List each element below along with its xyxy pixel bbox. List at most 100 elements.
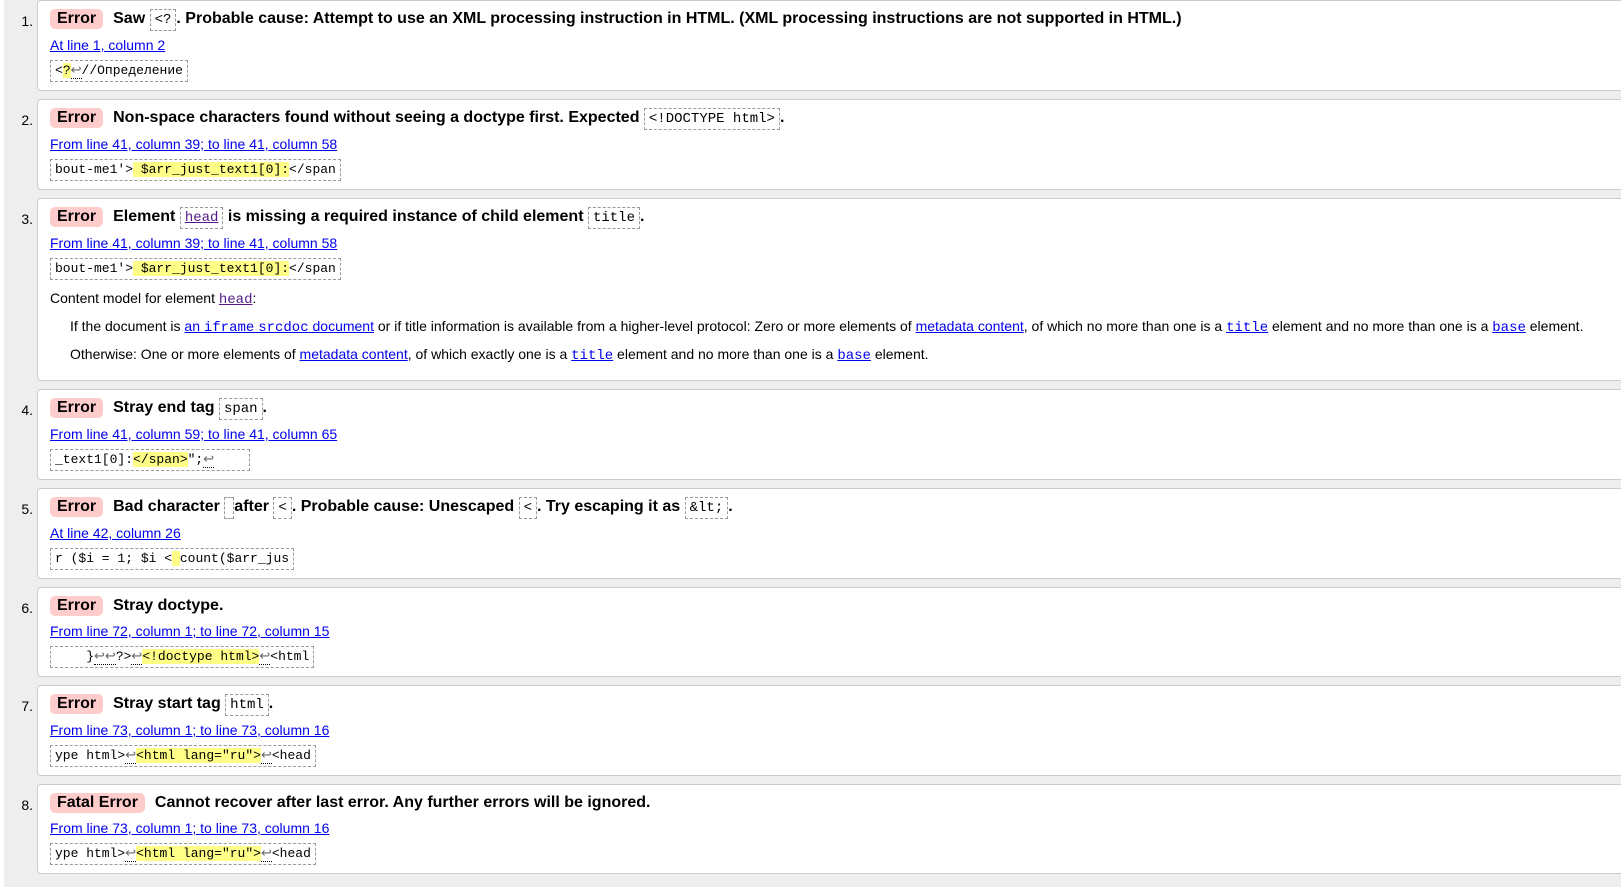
content-model-paragraph: If the document is an iframe srcdoc docu… xyxy=(70,316,1619,338)
content-model-text: , of which no more than one is a xyxy=(1023,318,1227,334)
highlighted-source: ? xyxy=(62,63,71,78)
line-break-icon: ↩ xyxy=(125,846,137,862)
message-item: 8. Fatal Error Cannot recover after last e… xyxy=(4,784,1621,882)
content-model-text: or if title information is available fro… xyxy=(373,318,916,334)
source-text: bout-me1'> xyxy=(55,162,134,177)
highlighted-source xyxy=(172,551,180,566)
location-link[interactable]: From line 41, column 39; to line 41, col… xyxy=(50,135,337,153)
message-number: 3. xyxy=(4,198,37,389)
source-text: "; xyxy=(187,452,204,467)
source-extract: ype html>↩<html lang="ru">↩<head xyxy=(50,843,316,865)
message-text: Error Bad character after <. Probable cau… xyxy=(50,495,1619,520)
message-text-segment: is missing a required instance of child … xyxy=(223,208,588,225)
content-model-text: , of which exactly one is a xyxy=(407,346,572,362)
highlighted-source: <html lang="ru"> xyxy=(136,846,261,861)
message-text-segment: . xyxy=(779,109,785,126)
spec-link[interactable]: title xyxy=(571,348,613,364)
message-text-segment: . xyxy=(268,695,274,712)
location-link[interactable]: From line 73, column 1; to line 73, colu… xyxy=(50,819,329,837)
source-extract: ype html>↩<html lang="ru">↩<head xyxy=(50,745,316,767)
message-box: Error Stray start tag html. From line 73, … xyxy=(37,685,1621,776)
message-text-segment: . xyxy=(728,498,733,515)
message-item: 1. Error Saw <?. Probable cause: Attempt t… xyxy=(4,0,1621,99)
location-link[interactable]: From line 72, column 1; to line 72, colu… xyxy=(50,622,329,640)
message-number: 1. xyxy=(4,0,37,99)
location-link[interactable]: From line 41, column 39; to line 41, col… xyxy=(50,234,337,252)
location-link[interactable]: From line 73, column 1; to line 73, colu… xyxy=(50,721,329,739)
message-item: 4. Error Stray end tag span. From line 41, … xyxy=(4,389,1621,488)
line-break-icon: ↩ xyxy=(259,649,271,665)
message-text-segment: . Probable cause: Unescaped xyxy=(291,498,519,515)
message-text-segment: Non-space characters found without seein… xyxy=(113,109,644,126)
source-text: r ($i = 1; $i < xyxy=(55,551,173,566)
message-box: Error Bad character after <. Probable cau… xyxy=(37,488,1621,579)
source-text: ype html> xyxy=(55,846,126,861)
source-text: _text1[0]: xyxy=(55,452,134,467)
content-model-text: element and no more than one is a xyxy=(613,346,838,362)
source-text: <head xyxy=(271,748,311,763)
spec-link[interactable]: iframe xyxy=(204,320,254,336)
spec-link[interactable]: an xyxy=(184,318,203,334)
source-text: <head xyxy=(271,846,311,861)
location-link[interactable]: From line 41, column 59; to line 41, col… xyxy=(50,425,337,443)
code-fragment: title xyxy=(587,207,640,229)
spec-link[interactable]: title xyxy=(1226,320,1268,336)
code-fragment: < xyxy=(273,497,292,519)
code-fragment: html xyxy=(225,694,269,716)
message-text: Error Stray end tag span. xyxy=(50,396,1619,421)
spec-link[interactable]: metadata content xyxy=(300,346,408,362)
spec-link[interactable]: document xyxy=(309,318,374,334)
message-list: 1. Error Saw <?. Probable cause: Attempt t… xyxy=(4,0,1621,887)
message-box: Error Stray doctype. From line 72, column … xyxy=(37,587,1621,677)
colon: : xyxy=(252,290,257,306)
code-fragment: &lt; xyxy=(684,497,729,519)
highlighted-source: $arr_just_text1[0]: xyxy=(133,162,290,177)
source-text: } xyxy=(55,649,95,664)
message-text-segment: Stray doctype. xyxy=(113,597,224,614)
message-text: Error Non-space characters found without … xyxy=(50,106,1619,131)
element-link[interactable]: head xyxy=(179,207,224,229)
source-extract: }↩↩?>↩<!doctype html>↩<html xyxy=(50,646,315,668)
line-break-icon: ↩ xyxy=(260,846,272,862)
message-text-segment: . xyxy=(262,399,267,416)
line-break-icon: ↩ xyxy=(203,452,215,468)
line-break-icon: ↩↩ xyxy=(94,649,116,665)
spec-link[interactable]: base xyxy=(1492,320,1526,336)
source-extract: bout-me1'> $arr_just_text1[0]:</span xyxy=(50,258,341,280)
message-text-segment: Stray end tag xyxy=(113,399,219,416)
location-link[interactable]: At line 42, column 26 xyxy=(50,524,181,542)
element-link[interactable]: head xyxy=(219,292,253,308)
message-box: Fatal Error Cannot recover after last err… xyxy=(37,784,1621,874)
code-fragment: <? xyxy=(149,9,177,31)
message-text-segment: Cannot recover after last error. Any fur… xyxy=(154,794,651,811)
content-model-text: element. xyxy=(870,346,929,362)
line-break-icon: ↩ xyxy=(260,748,272,764)
code-fragment: <!DOCTYPE html> xyxy=(643,108,780,130)
spec-link[interactable]: metadata content xyxy=(916,318,1024,334)
message-item: 3. Error Element head is missing a require… xyxy=(4,198,1621,389)
message-text-segment: Element xyxy=(113,208,180,225)
content-model-text: element. xyxy=(1525,318,1584,334)
message-number: 6. xyxy=(4,587,37,685)
message-text-segment: . Probable cause: Attempt to use an XML … xyxy=(176,10,1182,27)
message-number: 7. xyxy=(4,685,37,784)
message-type-badge: Error xyxy=(50,497,104,517)
source-extract: bout-me1'> $arr_just_text1[0]:</span xyxy=(50,159,341,181)
message-text: Error Stray doctype. xyxy=(50,594,1619,618)
location-link[interactable]: At line 1, column 2 xyxy=(50,36,165,54)
message-item: 6. Error Stray doctype. From line 72, colum… xyxy=(4,587,1621,685)
source-text xyxy=(214,452,245,467)
message-text: Error Saw <?. Probable cause: Attempt to … xyxy=(50,7,1619,32)
spec-link[interactable]: base xyxy=(837,348,871,364)
message-text-segment: . xyxy=(639,208,645,225)
message-number: 8. xyxy=(4,784,37,882)
highlighted-source: <!doctype html> xyxy=(142,649,260,664)
source-text: < xyxy=(55,63,63,78)
message-type-badge: Error xyxy=(50,207,104,227)
content-model-label: Content model for element xyxy=(50,290,219,306)
spec-link[interactable]: srcdoc xyxy=(258,320,308,336)
message-text-segment: after xyxy=(234,498,274,515)
source-text: ?> xyxy=(115,649,132,664)
source-text: //Определение xyxy=(81,63,183,78)
line-break-icon: ↩ xyxy=(131,649,143,665)
